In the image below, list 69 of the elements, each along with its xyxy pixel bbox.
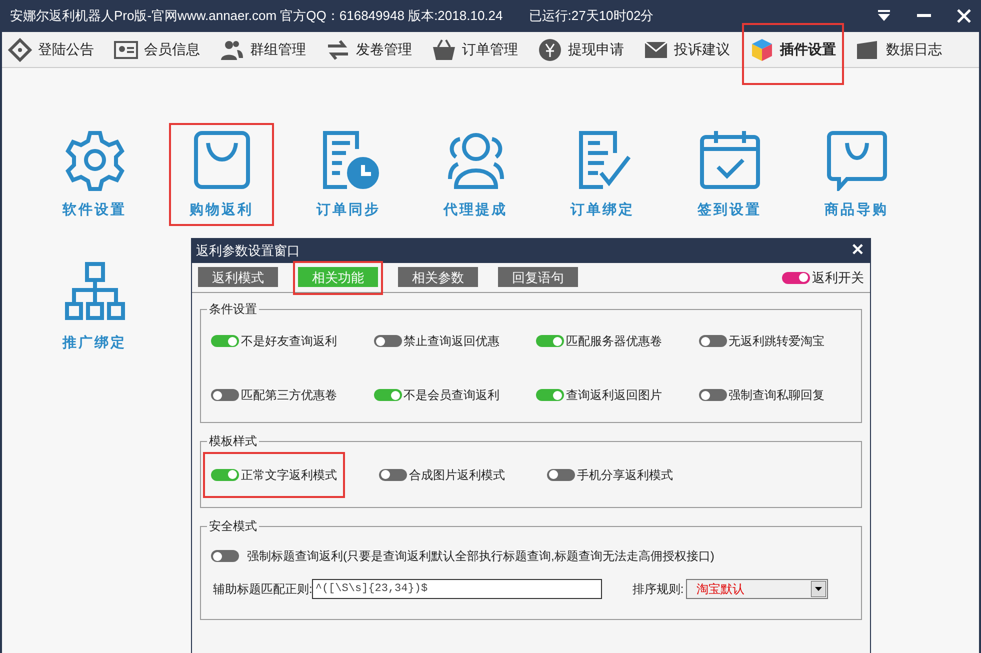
group-title: 安全模式 [207, 518, 259, 534]
tab[interactable]: 回复语句 [498, 267, 578, 288]
toggle-switch[interactable] [536, 335, 564, 347]
coin-icon [538, 38, 562, 62]
regex-field[interactable]: ^([\S\s]{23,34})$ [312, 579, 602, 599]
chat-bag-icon [824, 129, 888, 191]
toolbar-button[interactable]: 插件设置 [744, 32, 842, 66]
toggle-switch[interactable] [211, 468, 239, 480]
toggle-switch[interactable] [211, 550, 239, 562]
basket-icon [432, 38, 456, 62]
regex-label: 辅助标题匹配正则: [213, 581, 312, 598]
option-label: 匹配第三方优惠卷 [241, 387, 337, 404]
diamond-icon [8, 38, 32, 62]
option-label: 匹配服务器优惠卷 [566, 333, 662, 350]
option-label: 禁止查询返回优惠 [404, 333, 500, 350]
toggle-switch[interactable] [379, 468, 407, 480]
plugin-button[interactable]: 商品导购 [804, 123, 909, 226]
toggle-switch[interactable] [698, 389, 726, 401]
dropdown-icon[interactable] [877, 10, 891, 22]
close-button[interactable]: ✕ [851, 239, 866, 263]
window-title: 安娜尔返利机器人Pro版-官网www.annaer.com 官方QQ：616849948 版本:2018.10.24 [10, 7, 503, 26]
plugin-button[interactable]: 推广绑定 [42, 256, 147, 359]
option-label: 查询返利返回图片 [566, 387, 662, 404]
group-title: 条件设置 [207, 301, 259, 317]
toggle-switch[interactable] [211, 389, 239, 401]
toggle-switch[interactable] [536, 389, 564, 401]
tab[interactable]: 相关参数 [398, 267, 478, 288]
plugin-button[interactable]: 购物返利 [169, 123, 274, 226]
option-label: 强制标题查询返利(只要是查询返利默认全部执行标题查询,标题查询无法走高佣授权接口) [247, 548, 714, 565]
toggle-switch[interactable] [374, 389, 402, 401]
plugin-button[interactable]: 代理提成 [423, 123, 528, 226]
tab[interactable]: 返利模式 [198, 267, 278, 288]
toolbar-button[interactable]: 会员信息 [108, 32, 206, 66]
toggle-switch[interactable] [782, 272, 810, 284]
option-label: 不是会员查询返利 [404, 387, 500, 404]
arrows-icon [326, 38, 350, 62]
option-label: 强制查询私聊回复 [728, 387, 824, 404]
option-label: 无返利跳转爱淘宝 [728, 333, 824, 350]
toolbar-button[interactable]: 数据日志 [850, 32, 948, 66]
toolbar-button[interactable]: 提现申请 [532, 32, 630, 66]
uptime-text: 已运行:27天10时02分 [528, 7, 654, 26]
plugin-button[interactable]: 签到设置 [677, 123, 782, 226]
toolbar-button[interactable]: 登陆公告 [2, 32, 100, 66]
plugin-button[interactable]: 订单绑定 [550, 123, 655, 226]
option-label: 手机分享返利模式 [577, 466, 673, 484]
plugin-button[interactable]: 订单同步 [296, 123, 401, 226]
toolbar-button[interactable]: 发卷管理 [320, 32, 418, 66]
switch-label: 返利开关 [812, 268, 864, 287]
toggle-switch[interactable] [211, 335, 239, 347]
dropdown-arrow-icon [810, 581, 826, 597]
option-label: 不是好友查询返利 [241, 333, 337, 350]
cube-icon [750, 38, 774, 62]
toolbar-button[interactable]: 群组管理 [214, 32, 312, 66]
close-icon[interactable] [957, 9, 971, 23]
minimize-icon[interactable] [917, 14, 931, 18]
option-label: 合成图片返利模式 [409, 466, 505, 484]
sort-label: 排序规则: [632, 581, 684, 598]
gear-icon [62, 129, 126, 191]
toggle-switch[interactable] [374, 335, 402, 347]
calendar-icon [698, 129, 762, 191]
toggle-switch[interactable] [547, 468, 575, 480]
plugin-button[interactable]: 软件设置 [42, 123, 147, 226]
toolbar-button[interactable]: 投诉建议 [638, 32, 736, 66]
option-label: 正常文字返利模式 [241, 466, 337, 484]
sort-dropdown[interactable]: 淘宝默认 [686, 579, 828, 599]
dialog-title: 返利参数设置窗口 [196, 242, 300, 260]
toolbar-button[interactable]: 订单管理 [426, 32, 524, 66]
toggle-switch[interactable] [698, 335, 726, 347]
group-title: 模板样式 [207, 433, 259, 449]
